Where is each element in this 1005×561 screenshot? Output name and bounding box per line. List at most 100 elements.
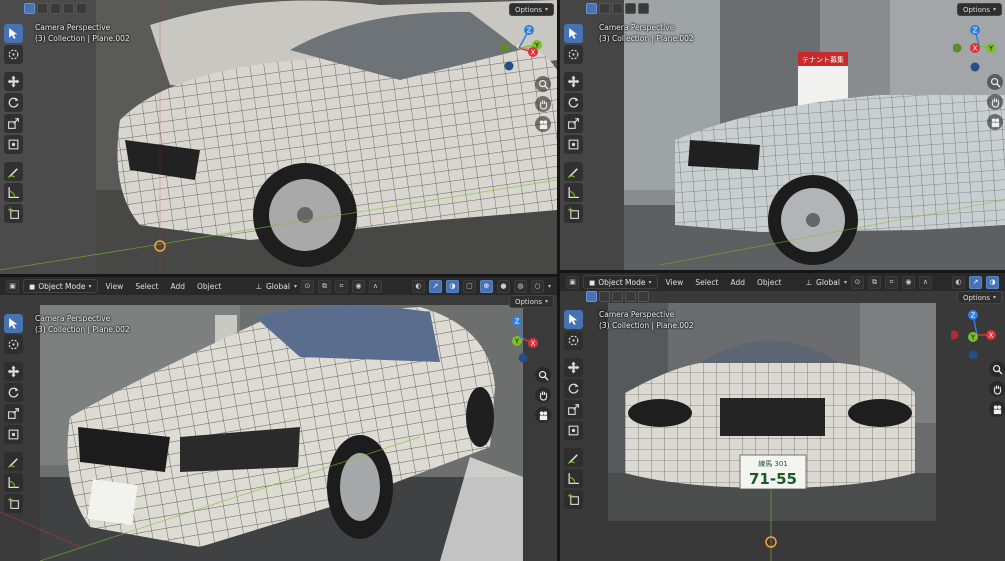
neg-y-handle[interactable] — [952, 43, 962, 53]
navigation-buttons[interactable] — [987, 74, 1003, 130]
zoom-button[interactable] — [987, 74, 1003, 90]
transform-tool[interactable] — [564, 135, 583, 154]
snap-target-button[interactable]: ⌗ — [334, 279, 348, 293]
snap-toggle[interactable]: ⧉ — [317, 279, 331, 293]
snap-target-button[interactable]: ⌗ — [884, 275, 898, 289]
viewport-header[interactable]: ▣ ◼ Object Mode ▾ View Select Add Object… — [0, 277, 557, 295]
selection-mode-buttons[interactable] — [24, 3, 87, 14]
menu-view[interactable]: View — [102, 282, 128, 291]
editor-type-button[interactable]: ▣ — [6, 279, 19, 293]
measure-tool[interactable] — [4, 183, 23, 202]
select-invert-button[interactable] — [625, 291, 636, 302]
annotate-tool[interactable] — [4, 452, 23, 471]
annotate-tool[interactable] — [564, 448, 583, 467]
move-tool[interactable] — [4, 362, 23, 381]
tool-shelf[interactable] — [4, 314, 23, 513]
cursor-tool[interactable] — [564, 331, 583, 350]
shading-material-button[interactable]: ◍ — [513, 279, 527, 293]
camera-view-button[interactable] — [535, 407, 551, 423]
add-cube-tool[interactable] — [4, 204, 23, 223]
navigation-buttons[interactable] — [535, 76, 551, 132]
options-dropdown[interactable]: Options ▾ — [508, 295, 554, 308]
select-tool[interactable] — [564, 310, 583, 329]
options-dropdown[interactable]: Options ▾ — [956, 3, 1002, 16]
navigation-buttons[interactable] — [535, 367, 551, 423]
cursor-tool[interactable] — [4, 335, 23, 354]
overlays-toggle[interactable]: ◑ — [986, 275, 1000, 289]
neg-z-handle[interactable] — [968, 350, 978, 360]
menu-object[interactable]: Object — [193, 282, 225, 291]
zoom-button[interactable] — [535, 76, 551, 92]
measure-tool[interactable] — [564, 469, 583, 488]
menu-add[interactable]: Add — [726, 278, 749, 287]
transform-tool[interactable] — [564, 421, 583, 440]
move-tool[interactable] — [564, 72, 583, 91]
measure-tool[interactable] — [4, 473, 23, 492]
navigation-gizmo[interactable]: Z Y X — [497, 313, 549, 365]
menu-select[interactable]: Select — [691, 278, 722, 287]
falloff-button[interactable]: ∧ — [918, 275, 932, 289]
camera-view-button[interactable] — [989, 401, 1005, 417]
transform-orientation-dropdown[interactable]: Global — [266, 282, 290, 291]
scale-tool[interactable] — [564, 114, 583, 133]
select-subtract-button[interactable] — [50, 3, 61, 14]
scale-tool[interactable] — [564, 400, 583, 419]
gizmo-toggle[interactable]: ↗ — [428, 279, 442, 293]
select-new-button[interactable] — [24, 3, 35, 14]
pan-button[interactable] — [535, 387, 551, 403]
add-cube-tool[interactable] — [564, 490, 583, 509]
transform-tool[interactable] — [4, 425, 23, 444]
move-tool[interactable] — [4, 72, 23, 91]
rotate-tool[interactable] — [564, 93, 583, 112]
add-cube-tool[interactable] — [4, 494, 23, 513]
zoom-button[interactable] — [535, 367, 551, 383]
measure-tool[interactable] — [564, 183, 583, 202]
pan-button[interactable] — [987, 94, 1003, 110]
cursor-tool[interactable] — [4, 45, 23, 64]
select-intersect-button[interactable] — [638, 291, 649, 302]
neg-z-handle[interactable] — [518, 353, 528, 363]
rotate-tool[interactable] — [4, 93, 23, 112]
select-subtract-button[interactable] — [612, 3, 623, 14]
area-divider-vertical[interactable] — [557, 0, 560, 561]
transform-tool[interactable] — [4, 135, 23, 154]
select-tool[interactable] — [4, 24, 23, 43]
tool-shelf[interactable] — [564, 24, 583, 223]
scale-tool[interactable] — [4, 404, 23, 423]
select-invert-button[interactable] — [63, 3, 74, 14]
select-extend-button[interactable] — [599, 291, 610, 302]
annotate-tool[interactable] — [564, 162, 583, 181]
select-new-button[interactable] — [586, 291, 597, 302]
object-mode-dropdown[interactable]: ◼ Object Mode ▾ — [583, 275, 658, 289]
viewport-bottom-left[interactable]: ▣ ◼ Object Mode ▾ View Select Add Object… — [0, 277, 557, 561]
menu-add[interactable]: Add — [166, 282, 189, 291]
navigation-gizmo[interactable]: Z Y X — [949, 309, 1003, 361]
scale-tool[interactable] — [4, 114, 23, 133]
pivot-point-button[interactable]: ⊙ — [300, 279, 314, 293]
select-invert-button[interactable] — [625, 3, 636, 14]
viewport-top-right[interactable]: テナント募集 Options ▾ Camera Perspective (3) C… — [560, 0, 1005, 270]
xray-toggle[interactable]: ▢ — [462, 279, 476, 293]
camera-view-button[interactable] — [987, 114, 1003, 130]
navigation-gizmo[interactable]: Z Y X — [952, 20, 1005, 72]
neg-z-handle[interactable] — [970, 62, 980, 72]
shading-rendered-button[interactable]: ○ — [530, 279, 544, 293]
viewport-bottom-right[interactable]: 練馬 301 71-55 ▣ ◼ Object Mode ▾ View Sele… — [560, 273, 1005, 561]
pan-button[interactable] — [989, 381, 1005, 397]
menu-object[interactable]: Object — [753, 278, 785, 287]
viewport-top-left[interactable]: Options ▾ Camera Perspective (3) Collecti… — [0, 0, 557, 274]
pivot-point-button[interactable]: ⊙ — [850, 275, 864, 289]
move-tool[interactable] — [564, 358, 583, 377]
transform-orientation-dropdown[interactable]: Global — [816, 278, 840, 287]
menu-select[interactable]: Select — [131, 282, 162, 291]
select-intersect-button[interactable] — [76, 3, 87, 14]
navigation-buttons[interactable] — [989, 361, 1005, 417]
cursor-tool[interactable] — [564, 45, 583, 64]
shading-solid-button[interactable]: ● — [496, 279, 510, 293]
select-new-button[interactable] — [586, 3, 597, 14]
shading-wireframe-button[interactable]: ⊕ — [479, 279, 493, 293]
tool-shelf[interactable] — [564, 310, 583, 509]
selection-mode-buttons[interactable] — [586, 291, 649, 302]
tool-shelf[interactable] — [4, 24, 23, 223]
area-divider-left[interactable] — [0, 274, 557, 277]
